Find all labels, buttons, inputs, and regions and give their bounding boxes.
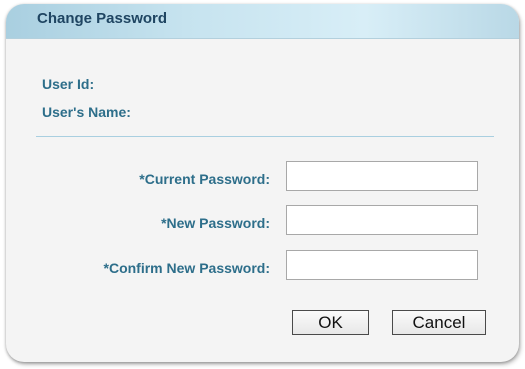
cancel-button[interactable]: Cancel <box>392 310 486 335</box>
confirm-new-password-input[interactable] <box>286 250 478 280</box>
section-divider <box>36 136 494 137</box>
dialog-title: Change Password <box>37 9 168 27</box>
current-password-label: *Current Password: <box>139 171 270 187</box>
new-password-input[interactable] <box>286 205 478 235</box>
user-name-label: User's Name: <box>42 104 131 120</box>
user-id-label: User Id: <box>42 76 95 92</box>
dialog-title-bar[interactable]: Change Password <box>6 4 519 39</box>
current-password-input[interactable] <box>286 161 478 191</box>
ok-button[interactable]: OK <box>292 310 369 335</box>
confirm-new-password-label: *Confirm New Password: <box>103 260 270 276</box>
new-password-label: *New Password: <box>161 215 270 231</box>
change-password-dialog: Change Password User Id: User's Name: *C… <box>6 4 519 362</box>
